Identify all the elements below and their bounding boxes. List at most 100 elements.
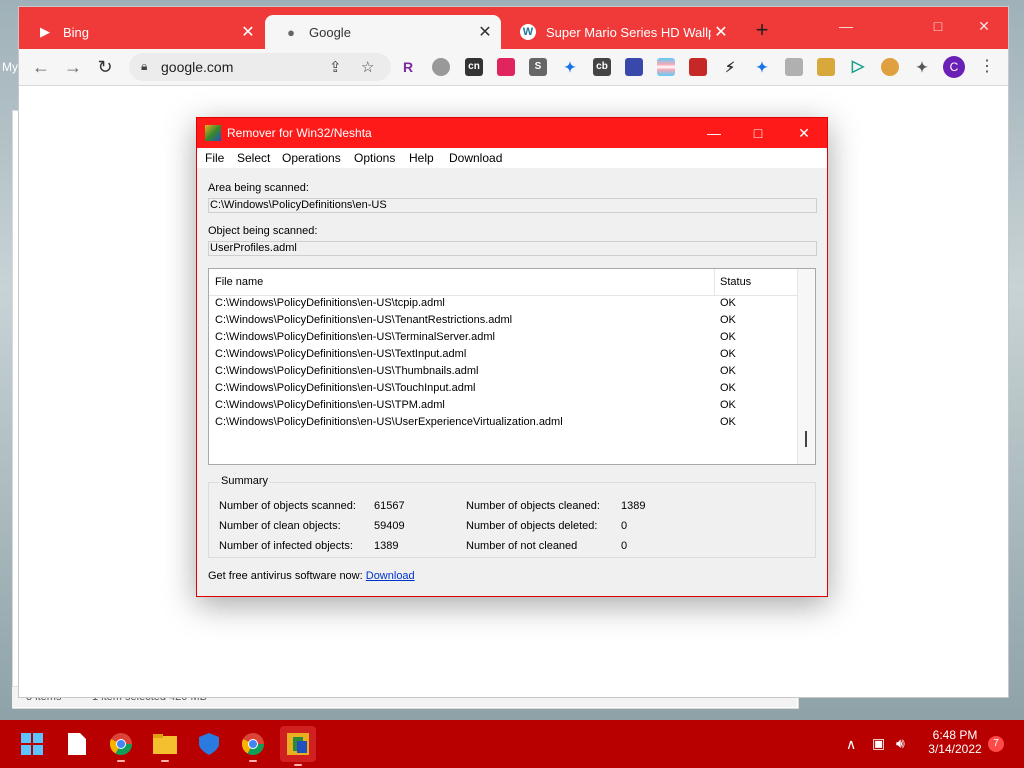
not-cleaned-label: Number of not cleaned: [466, 540, 578, 552]
close-icon[interactable]: ✕: [781, 118, 827, 148]
close-icon[interactable]: ✕: [238, 22, 258, 42]
extension-elephant-icon[interactable]: [432, 58, 450, 76]
notepad-file-icon[interactable]: [63, 730, 91, 758]
menu-operations[interactable]: Operations: [282, 151, 341, 165]
remover-taskbar-icon[interactable]: [280, 726, 316, 766]
chrome-icon-2[interactable]: [239, 730, 267, 762]
share-icon[interactable]: ⇪: [329, 58, 342, 76]
tab-strip: ▶ Bing ✕ ● Google ✕ W Super Mario Series…: [19, 7, 1008, 49]
deleted-label: Number of objects deleted:: [466, 520, 598, 532]
remover-app-icon: [205, 125, 221, 141]
minimize-icon[interactable]: —: [691, 118, 737, 148]
file-status: OK: [720, 416, 736, 428]
extension-cursor-icon[interactable]: [497, 58, 515, 76]
security-shield-icon[interactable]: [195, 730, 223, 758]
notification-badge[interactable]: 7: [988, 736, 1004, 752]
footer-text: Get free antivirus software now:: [208, 570, 363, 582]
list-item[interactable]: C:\Windows\PolicyDefinitions\en-US\Touch…: [209, 380, 797, 397]
minimize-icon[interactable]: —: [831, 13, 861, 39]
puzzle-icon[interactable]: ✦: [561, 58, 579, 76]
close-icon[interactable]: ✕: [475, 22, 495, 42]
extension-bolt-icon[interactable]: ⚡︎: [721, 58, 739, 76]
file-explorer-icon[interactable]: [151, 730, 179, 762]
file-name: C:\Windows\PolicyDefinitions\en-US\TextI…: [215, 348, 467, 360]
chevron-up-icon[interactable]: ∧: [846, 736, 856, 753]
extension-image-icon[interactable]: [689, 58, 707, 76]
network-icon[interactable]: ▣: [872, 735, 885, 752]
bookmark-star-icon[interactable]: ☆: [361, 58, 374, 76]
file-name: C:\Windows\PolicyDefinitions\en-US\UserE…: [215, 416, 563, 428]
desktop-label: My: [2, 60, 18, 74]
list-item[interactable]: C:\Windows\PolicyDefinitions\en-US\TPM.a…: [209, 397, 797, 414]
forward-arrow-icon[interactable]: →: [61, 55, 85, 79]
list-item[interactable]: C:\Windows\PolicyDefinitions\en-US\Tenan…: [209, 312, 797, 329]
menu-select[interactable]: Select: [237, 151, 270, 165]
system-clock[interactable]: 6:48 PM 3/14/2022: [920, 728, 990, 756]
list-scrollbar[interactable]: [797, 269, 815, 464]
extension-window-icon[interactable]: [785, 58, 803, 76]
extensions-puzzle-icon[interactable]: ✦: [913, 58, 931, 76]
close-window-icon[interactable]: ✕: [969, 13, 999, 39]
scrollbar-thumb[interactable]: [805, 431, 807, 447]
extension-s-icon[interactable]: S: [529, 58, 547, 76]
menu-download[interactable]: Download: [449, 151, 502, 165]
list-item[interactable]: C:\Windows\PolicyDefinitions\en-US\Termi…: [209, 329, 797, 346]
summary-group: Summary Number of objects scanned: 61567…: [208, 475, 816, 558]
extension-character-icon[interactable]: [881, 58, 899, 76]
deleted-value: 0: [621, 520, 628, 532]
list-item[interactable]: C:\Windows\PolicyDefinitions\en-US\TextI…: [209, 346, 797, 363]
tab-google[interactable]: ● Google ✕: [265, 15, 501, 49]
scanned-files-list[interactable]: File name Status C:\Windows\PolicyDefini…: [208, 268, 816, 465]
tab-bing[interactable]: ▶ Bing ✕: [19, 15, 264, 49]
running-indicator: [294, 764, 302, 766]
extension-stripes-icon[interactable]: [657, 58, 675, 76]
chrome-icon[interactable]: [107, 730, 135, 762]
extension-play-icon[interactable]: ▷: [849, 58, 867, 76]
lock-icon: 🔒︎: [141, 59, 148, 73]
extension-cb-icon[interactable]: cb: [593, 58, 611, 76]
column-header-status[interactable]: Status: [720, 276, 751, 288]
menu-options[interactable]: Options: [354, 151, 395, 165]
file-status: OK: [720, 382, 736, 394]
object-label: Object being scanned:: [208, 225, 318, 237]
clock-date: 3/14/2022: [928, 742, 982, 756]
area-label: Area being scanned:: [208, 182, 309, 194]
profile-avatar[interactable]: C: [943, 56, 965, 78]
google-icon: ●: [287, 24, 295, 40]
menu-file[interactable]: File: [205, 151, 224, 165]
volume-icon[interactable]: 🔊︎: [896, 735, 905, 752]
list-item[interactable]: C:\Windows\PolicyDefinitions\en-US\tcpip…: [209, 295, 797, 312]
url-text: google.com: [161, 59, 234, 75]
more-menu-icon[interactable]: ⋮: [979, 56, 995, 78]
extension-puzzle-blue-icon[interactable]: ✦: [753, 58, 771, 76]
extension-grid-icon[interactable]: [625, 58, 643, 76]
bing-icon: ▶: [40, 24, 50, 39]
clean-label: Number of clean objects:: [219, 520, 341, 532]
file-status: OK: [720, 399, 736, 411]
extension-doge-icon[interactable]: [817, 58, 835, 76]
close-icon[interactable]: ✕: [711, 22, 731, 42]
list-header: File name Status: [209, 269, 797, 296]
download-link[interactable]: Download: [366, 570, 415, 582]
menu-help[interactable]: Help: [409, 151, 434, 165]
file-status: OK: [720, 331, 736, 343]
file-name: C:\Windows\PolicyDefinitions\en-US\Touch…: [215, 382, 476, 394]
dialog-title-bar[interactable]: Remover for Win32/Neshta — □ ✕: [197, 118, 827, 148]
start-windows-icon[interactable]: [18, 730, 46, 758]
extension-r-icon[interactable]: R: [399, 58, 417, 76]
maximize-icon[interactable]: □: [735, 118, 781, 148]
column-separator[interactable]: [714, 269, 715, 295]
list-item[interactable]: C:\Windows\PolicyDefinitions\en-US\UserE…: [209, 414, 797, 431]
extension-cn-icon[interactable]: cn: [465, 58, 483, 76]
new-tab-button[interactable]: +: [749, 17, 775, 43]
footer: Get free antivirus software now: Downloa…: [208, 570, 415, 582]
column-header-file-name[interactable]: File name: [215, 276, 263, 288]
file-name: C:\Windows\PolicyDefinitions\en-US\Tenan…: [215, 314, 513, 326]
maximize-icon[interactable]: □: [923, 13, 953, 39]
reload-icon[interactable]: ↻: [93, 55, 117, 79]
address-bar[interactable]: 🔒︎ google.com ⇪ ☆: [129, 53, 391, 81]
wordpress-icon: W: [520, 24, 536, 40]
tab-super-mario[interactable]: W Super Mario Series HD Wallpape ✕: [502, 15, 737, 49]
back-arrow-icon[interactable]: ←: [29, 55, 53, 79]
list-item[interactable]: C:\Windows\PolicyDefinitions\en-US\Thumb…: [209, 363, 797, 380]
